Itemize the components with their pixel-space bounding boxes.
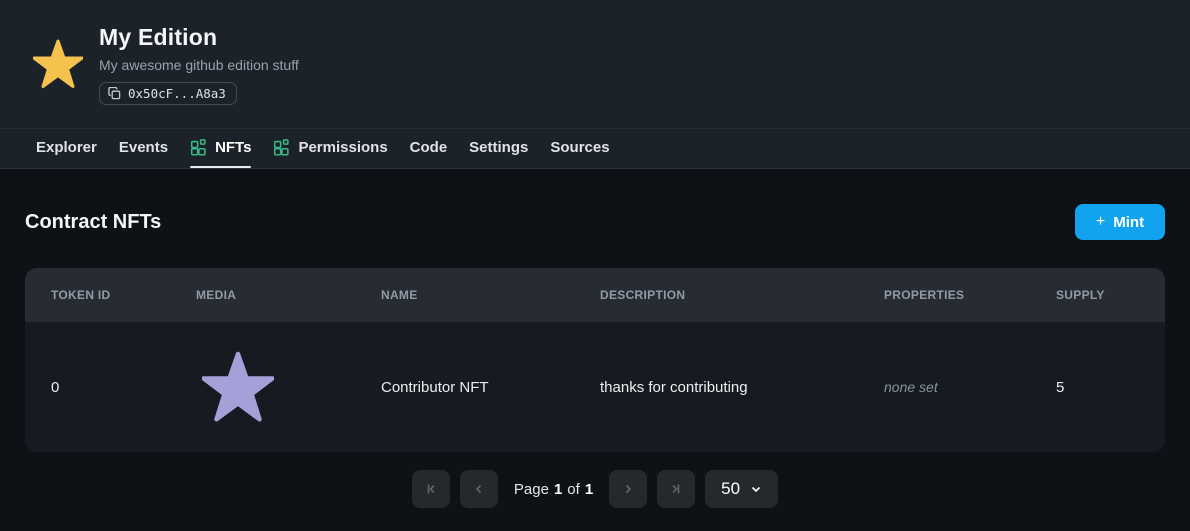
nfts-panel: Contract NFTs + Mint TOKEN ID MEDIA NAME… xyxy=(0,169,1190,508)
mint-button[interactable]: + Mint xyxy=(1075,204,1165,240)
star-icon xyxy=(33,39,83,89)
tab-code[interactable]: Code xyxy=(410,129,448,168)
tab-explorer[interactable]: Explorer xyxy=(36,129,97,168)
last-page-button[interactable] xyxy=(657,470,695,508)
last-page-icon xyxy=(669,482,683,496)
table-row[interactable]: 0 Contributor NFT thanks for contributin… xyxy=(25,322,1165,452)
page-size-select[interactable]: 50 xyxy=(705,470,778,508)
mint-button-label: Mint xyxy=(1113,214,1144,231)
star-image xyxy=(202,351,274,423)
table-header-row: TOKEN ID MEDIA NAME DESCRIPTION PROPERTI… xyxy=(25,268,1165,322)
chevron-left-icon xyxy=(472,482,486,496)
heading-row: Contract NFTs + Mint xyxy=(25,169,1165,240)
nft-table: TOKEN ID MEDIA NAME DESCRIPTION PROPERTI… xyxy=(25,268,1165,452)
section-heading: Contract NFTs xyxy=(25,211,161,234)
pagination: Page 1 of 1 50 xyxy=(25,470,1165,508)
tab-label: Sources xyxy=(550,139,609,156)
column-header-token-id: TOKEN ID xyxy=(25,268,170,322)
page-word: Page xyxy=(514,481,549,498)
next-page-button[interactable] xyxy=(609,470,647,508)
page-title: My Edition xyxy=(99,24,299,51)
tab-label: NFTs xyxy=(215,139,251,156)
cell-media xyxy=(170,322,355,452)
plus-icon: + xyxy=(1096,213,1105,231)
previous-page-button[interactable] xyxy=(460,470,498,508)
cell-properties: none set xyxy=(858,322,1030,452)
chevron-right-icon xyxy=(621,482,635,496)
grid-squares-icon xyxy=(190,139,207,156)
tab-sources[interactable]: Sources xyxy=(550,129,609,168)
tab-label: Permissions xyxy=(298,139,387,156)
chevron-down-icon xyxy=(750,483,762,495)
cell-token-id: 0 xyxy=(25,322,170,452)
column-header-description: DESCRIPTION xyxy=(574,268,858,322)
cell-supply: 5 xyxy=(1030,322,1165,452)
column-header-media: MEDIA xyxy=(170,268,355,322)
tab-bar: Explorer Events NFTs Permissions Code xyxy=(0,129,1190,169)
of-word: of xyxy=(567,481,580,498)
current-page: 1 xyxy=(554,481,562,498)
page-indicator: Page 1 of 1 xyxy=(508,481,599,498)
contract-address: 0x50cF...A8a3 xyxy=(128,86,226,101)
tab-permissions[interactable]: Permissions xyxy=(273,129,387,168)
tab-label: Code xyxy=(410,139,448,156)
contract-header-text: My Edition My awesome github edition stu… xyxy=(99,24,299,105)
column-header-properties: PROPERTIES xyxy=(858,268,1030,322)
page-subtitle: My awesome github edition stuff xyxy=(99,57,299,73)
total-pages: 1 xyxy=(585,481,593,498)
grid-squares-icon xyxy=(273,139,290,156)
first-page-icon xyxy=(424,482,438,496)
tab-label: Settings xyxy=(469,139,528,156)
tab-settings[interactable]: Settings xyxy=(469,129,528,168)
contract-header: My Edition My awesome github edition stu… xyxy=(0,0,1190,129)
tab-events[interactable]: Events xyxy=(119,129,168,168)
tab-label: Explorer xyxy=(36,139,97,156)
cell-description: thanks for contributing xyxy=(574,322,858,452)
tab-label: Events xyxy=(119,139,168,156)
column-header-supply: SUPPLY xyxy=(1030,268,1165,322)
tab-nfts[interactable]: NFTs xyxy=(190,129,251,168)
page-size-value: 50 xyxy=(721,479,740,499)
cell-name: Contributor NFT xyxy=(355,322,574,452)
first-page-button[interactable] xyxy=(412,470,450,508)
column-header-name: NAME xyxy=(355,268,574,322)
contract-avatar xyxy=(33,39,83,89)
copy-icon xyxy=(108,87,121,100)
contract-address-badge[interactable]: 0x50cF...A8a3 xyxy=(99,82,237,105)
